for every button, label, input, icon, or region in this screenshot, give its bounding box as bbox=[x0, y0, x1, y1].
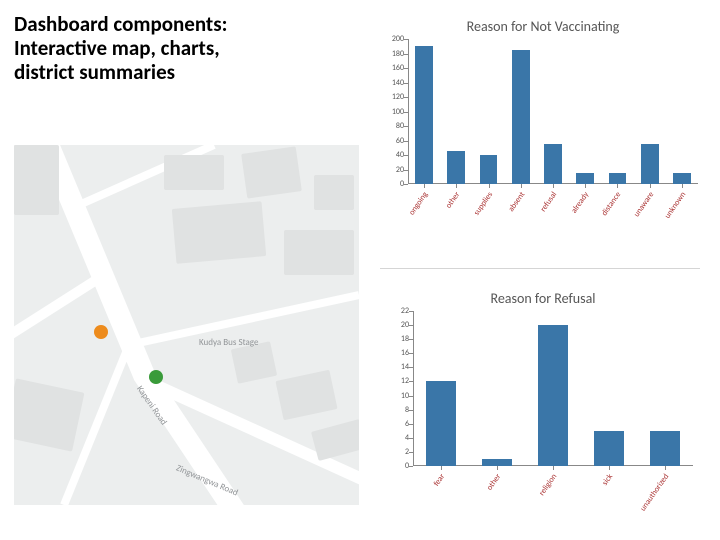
x-label: distance bbox=[600, 190, 624, 218]
bar-religion bbox=[538, 325, 569, 466]
x-label: sick bbox=[600, 472, 615, 488]
bar-unaware bbox=[641, 144, 659, 184]
bar-fear bbox=[426, 381, 457, 466]
y-tick: 100 bbox=[380, 107, 404, 117]
y-tick: 140 bbox=[380, 78, 404, 88]
y-tick: 60 bbox=[380, 136, 404, 146]
bar-already bbox=[576, 173, 594, 184]
x-label: unauthorized bbox=[638, 472, 671, 513]
x-label: supplies bbox=[471, 190, 494, 217]
y-tick: 4 bbox=[385, 433, 409, 443]
road-network bbox=[14, 145, 359, 505]
bar-unauthorized bbox=[650, 431, 681, 466]
x-label: religion bbox=[537, 472, 559, 498]
chart-divider bbox=[380, 268, 700, 269]
map-marker-green[interactable] bbox=[149, 370, 163, 384]
y-tick: 6 bbox=[385, 419, 409, 429]
x-label: already bbox=[569, 190, 591, 215]
y-tick: 14 bbox=[385, 362, 409, 372]
y-tick: 10 bbox=[385, 391, 409, 401]
y-tick: 8 bbox=[385, 405, 409, 415]
bar-absent bbox=[512, 50, 530, 184]
chart-refusal: Reason for Refusal 0 2 4 6 8 10 12 14 16 18 20 22 fe… bbox=[378, 290, 708, 520]
x-label: absent bbox=[506, 190, 527, 214]
y-tick: 0 bbox=[385, 461, 409, 471]
y-tick: 40 bbox=[380, 150, 404, 160]
y-tick: 160 bbox=[380, 63, 404, 73]
y-tick: 0 bbox=[380, 179, 404, 189]
y-tick: 120 bbox=[380, 92, 404, 102]
bar-ongoing bbox=[415, 46, 433, 184]
x-label: unknown bbox=[662, 190, 688, 221]
map-label-bus-stage: Kudya Bus Stage bbox=[199, 337, 258, 348]
y-tick: 180 bbox=[380, 49, 404, 59]
x-label: refusal bbox=[538, 190, 559, 214]
x-label: ongoing bbox=[407, 190, 430, 217]
title-line-2: Interactive map, charts, bbox=[14, 35, 220, 61]
y-tick: 18 bbox=[385, 334, 409, 344]
x-label: unaware bbox=[631, 190, 655, 219]
page-title: Dashboard components: Interactive map, c… bbox=[14, 12, 314, 84]
x-label: other bbox=[485, 472, 503, 492]
y-tick: 20 bbox=[385, 320, 409, 330]
title-line-1: Dashboard components: bbox=[14, 11, 227, 37]
y-tick: 22 bbox=[385, 306, 409, 316]
chart-title-2: Reason for Refusal bbox=[378, 290, 708, 307]
map-marker-orange[interactable] bbox=[94, 325, 108, 339]
y-tick: 12 bbox=[385, 376, 409, 386]
x-label: fear bbox=[432, 472, 448, 488]
interactive-map[interactable]: Kudya Bus Stage Kapeni Road Zingwangwa R… bbox=[14, 145, 359, 505]
x-label: other bbox=[444, 190, 462, 210]
chart-title-1: Reason for Not Vaccinating bbox=[378, 18, 708, 35]
y-tick: 2 bbox=[385, 447, 409, 457]
bar-sick bbox=[594, 431, 625, 466]
bar-supplies bbox=[480, 155, 498, 184]
bar-other bbox=[447, 151, 465, 184]
y-tick: 80 bbox=[380, 121, 404, 131]
title-line-3: district summaries bbox=[14, 59, 175, 85]
y-tick: 200 bbox=[380, 34, 404, 44]
bar-other bbox=[482, 459, 513, 466]
bar-refusal bbox=[544, 144, 562, 184]
bar-distance bbox=[609, 173, 627, 184]
chart-not-vaccinating: Reason for Not Vaccinating 0 20 40 60 80 100 1… bbox=[378, 18, 708, 223]
y-tick: 16 bbox=[385, 348, 409, 358]
bar-unknown bbox=[673, 173, 691, 184]
y-tick: 20 bbox=[380, 165, 404, 175]
